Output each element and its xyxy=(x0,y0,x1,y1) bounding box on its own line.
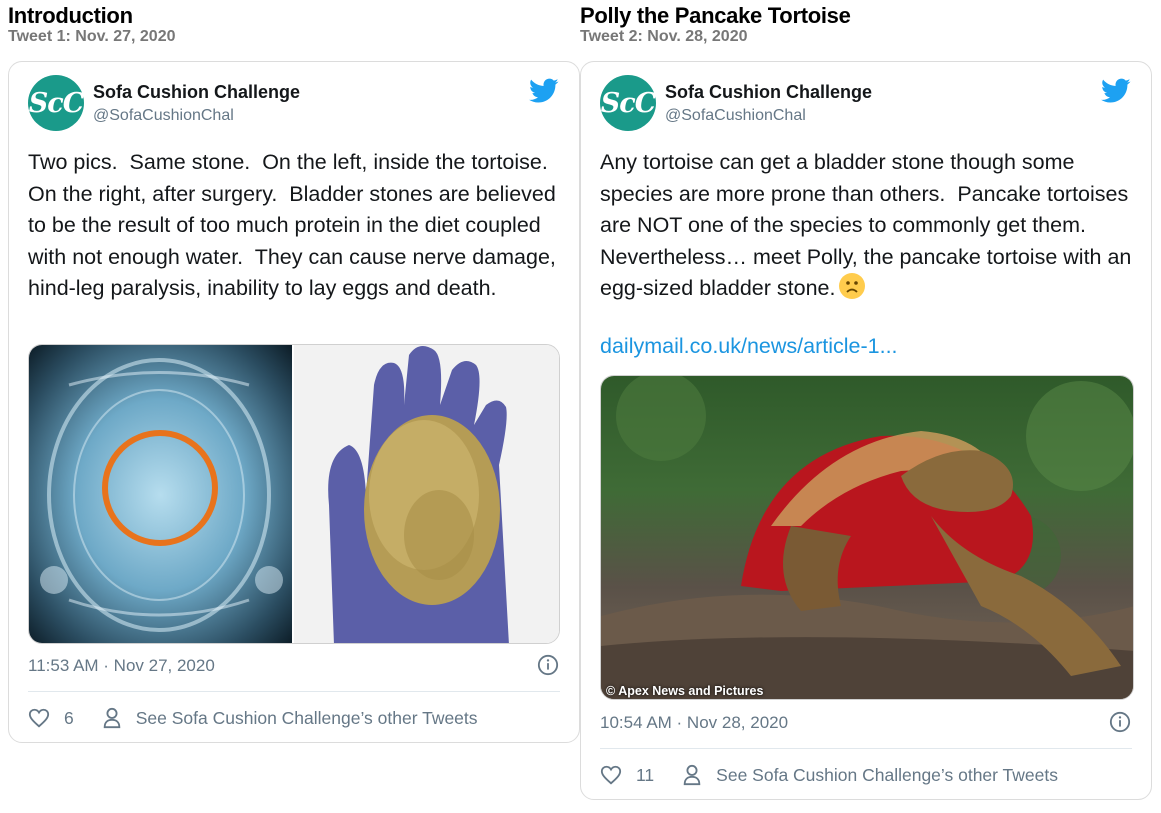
tweet-media[interactable] xyxy=(28,344,560,644)
tweet-actions: 6 See Sofa Cushion Challenge’s other Twe… xyxy=(28,705,560,731)
xray-image[interactable] xyxy=(29,345,292,643)
tweet-text: Two pics. Same stone. On the left, insid… xyxy=(28,150,562,300)
tweet-card[interactable]: ScC Sofa Cushion Challenge @SofaCushionC… xyxy=(8,61,580,743)
author-handle[interactable]: @SofaCushionChal xyxy=(665,107,806,125)
twitter-bird-icon[interactable] xyxy=(1101,78,1131,104)
avatar[interactable]: ScC xyxy=(600,75,656,131)
frown-emoji-icon xyxy=(839,273,866,299)
photo-caption: © Apex News and Pictures xyxy=(606,684,764,698)
divider xyxy=(600,748,1132,749)
section-subtitle: Tweet 2: Nov. 28, 2020 xyxy=(580,28,748,45)
tweet-column-2: Polly the Pancake Tortoise Tweet 2: Nov.… xyxy=(580,0,1153,800)
twitter-bird-icon[interactable] xyxy=(529,78,559,104)
tweet-column-1: Introduction Tweet 1: Nov. 27, 2020 ScC … xyxy=(8,0,580,743)
section-subtitle: Tweet 1: Nov. 27, 2020 xyxy=(8,28,176,45)
section-title: Introduction xyxy=(8,3,133,28)
author-name[interactable]: Sofa Cushion Challenge xyxy=(665,82,872,103)
tweet-actions: 11 See Sofa Cushion Challenge’s other Tw… xyxy=(600,762,1132,788)
tweet-text: Any tortoise can get a bladder stone tho… xyxy=(600,147,1140,305)
info-icon[interactable] xyxy=(537,654,559,676)
stone-in-glove-image[interactable] xyxy=(294,345,559,643)
like-count[interactable]: 6 xyxy=(64,708,74,729)
see-other-tweets-link[interactable]: See Sofa Cushion Challenge’s other Tweet… xyxy=(716,765,1058,786)
tweet-timestamp[interactable]: 11:53 AM · Nov 27, 2020 xyxy=(28,656,215,676)
tortoise-photo[interactable]: © Apex News and Pictures xyxy=(601,376,1133,699)
section-title: Polly the Pancake Tortoise xyxy=(580,3,851,28)
author-name[interactable]: Sofa Cushion Challenge xyxy=(93,82,300,103)
avatar-text: ScC xyxy=(600,87,656,119)
info-icon[interactable] xyxy=(1109,711,1131,733)
tweet-media[interactable]: © Apex News and Pictures xyxy=(600,375,1134,700)
like-count[interactable]: 11 xyxy=(636,765,654,786)
person-icon xyxy=(683,764,701,786)
avatar[interactable]: ScC xyxy=(28,75,84,131)
author-handle[interactable]: @SofaCushionChal xyxy=(93,107,234,125)
person-icon xyxy=(103,707,120,729)
see-other-tweets-link[interactable]: See Sofa Cushion Challenge’s other Tweet… xyxy=(136,708,478,729)
tweet-timestamp[interactable]: 10:54 AM · Nov 28, 2020 xyxy=(600,713,788,733)
article-link[interactable]: dailymail.co.uk/news/article-1... xyxy=(600,334,898,359)
tweet-card[interactable]: ScC Sofa Cushion Challenge @SofaCushionC… xyxy=(580,61,1152,800)
heart-icon[interactable] xyxy=(28,707,50,729)
heart-icon[interactable] xyxy=(600,764,622,786)
divider xyxy=(28,691,560,692)
avatar-text: ScC xyxy=(28,87,84,119)
tweet-text-body: Any tortoise can get a bladder stone tho… xyxy=(600,150,1138,300)
